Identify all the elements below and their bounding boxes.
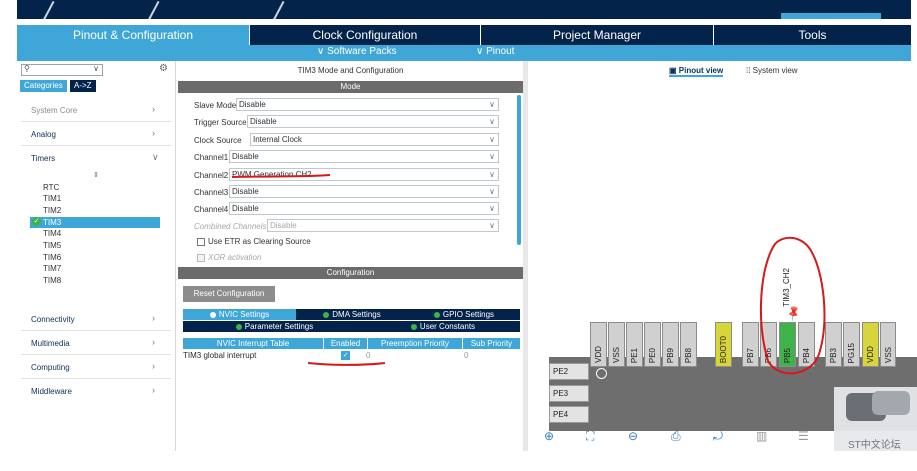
chevron-right-icon: ›	[152, 104, 155, 114]
pin-pe4[interactable]: PE4	[549, 406, 589, 423]
timer-item-tim2[interactable]: TIM2	[43, 206, 61, 215]
forum-watermark: ST中文论坛	[834, 387, 917, 451]
tab-project-manager[interactable]: Project Manager	[481, 25, 714, 45]
category-panel: ⚲ ∨ ⚙ Categories A->Z System Core › Anal…	[17, 61, 176, 451]
chevron-down-icon[interactable]: ∨	[93, 64, 99, 73]
category-system-core[interactable]: System Core	[31, 106, 77, 115]
timer-label: TIM3	[43, 218, 62, 227]
search-icon: ⚲	[24, 64, 30, 73]
list-view-icon[interactable]: ☰	[798, 429, 809, 443]
chevron-right-icon: ›	[152, 361, 155, 371]
category-multimedia[interactable]: Multimedia	[31, 339, 70, 348]
mode-config-panel: TIM3 Mode and Configuration Mode Slave M…	[178, 61, 523, 451]
divider	[21, 145, 171, 146]
category-analog[interactable]: Analog	[31, 130, 56, 139]
decor-line	[41, 0, 55, 19]
pinout-menu[interactable]: ∨ Pinout	[476, 46, 514, 57]
software-packs-menu[interactable]: ∨ Software Packs	[317, 46, 397, 57]
category-middleware[interactable]: Middleware	[31, 387, 72, 396]
accent-bar	[781, 13, 881, 19]
chevron-right-icon: ›	[152, 337, 155, 347]
timer-item-tim1[interactable]: TIM1	[43, 194, 61, 203]
chat-bubble-icon	[872, 391, 910, 415]
divider	[21, 330, 171, 331]
red-annotation-marks	[231, 174, 386, 366]
export-icon[interactable]: ⎙	[671, 429, 681, 444]
category-connectivity[interactable]: Connectivity	[31, 315, 75, 324]
timer-item-tim6[interactable]: TIM6	[43, 253, 61, 262]
main-tabs: Pinout & Configuration Clock Configurati…	[17, 25, 911, 45]
timer-item-tim8[interactable]: TIM8	[43, 276, 61, 285]
timer-item-tim3-selected[interactable]: ✓ TIM3	[30, 217, 160, 228]
chevron-right-icon: ›	[152, 385, 155, 395]
divider	[21, 121, 171, 122]
divider	[21, 354, 171, 355]
red-circle-annotation	[759, 236, 826, 375]
pinout-panel: ▣ Pinout view ⁞⁞ System view VDD VSS PE1…	[528, 61, 917, 451]
search-input[interactable]: ⚲ ∨	[21, 64, 103, 76]
sub-tabs: ∨ Software Packs ∨ Pinout	[17, 45, 911, 61]
tab-tools[interactable]: Tools	[714, 25, 911, 45]
tab-clock-configuration[interactable]: Clock Configuration	[250, 25, 481, 45]
category-timers[interactable]: Timers	[31, 154, 55, 163]
timer-item-tim4[interactable]: TIM4	[43, 229, 61, 238]
zoom-out-icon[interactable]: ⊖	[628, 429, 638, 443]
pin-pe3[interactable]: PE3	[549, 385, 589, 402]
timer-item-tim5[interactable]: TIM5	[43, 241, 61, 250]
tab-pinout-configuration[interactable]: Pinout & Configuration	[17, 25, 250, 45]
timer-item-tim7[interactable]: TIM7	[43, 264, 61, 273]
zoom-in-icon[interactable]: ⊕	[544, 429, 554, 443]
fit-screen-icon[interactable]: ⛶	[586, 429, 594, 444]
decor-line	[271, 0, 285, 19]
divider	[21, 378, 171, 379]
chevron-right-icon: ›	[152, 128, 155, 138]
forum-label: ST中文论坛	[848, 440, 901, 451]
category-computing[interactable]: Computing	[31, 363, 70, 372]
split-view-icon[interactable]: ▥	[756, 429, 767, 443]
chevron-down-icon: ∨	[152, 152, 159, 162]
decor-line	[146, 0, 160, 19]
chevron-right-icon: ›	[152, 313, 155, 323]
timer-item-rtc[interactable]: RTC	[43, 183, 59, 192]
tab-categories[interactable]: Categories	[20, 80, 67, 92]
gear-icon[interactable]: ⚙	[159, 63, 168, 74]
window-title-strip	[17, 0, 911, 19]
rotate-icon[interactable]: ⤾	[713, 429, 723, 444]
tab-a-z[interactable]: A->Z	[70, 80, 96, 92]
check-icon: ✓	[32, 217, 41, 226]
sort-icon[interactable]: ⇕	[93, 171, 99, 179]
